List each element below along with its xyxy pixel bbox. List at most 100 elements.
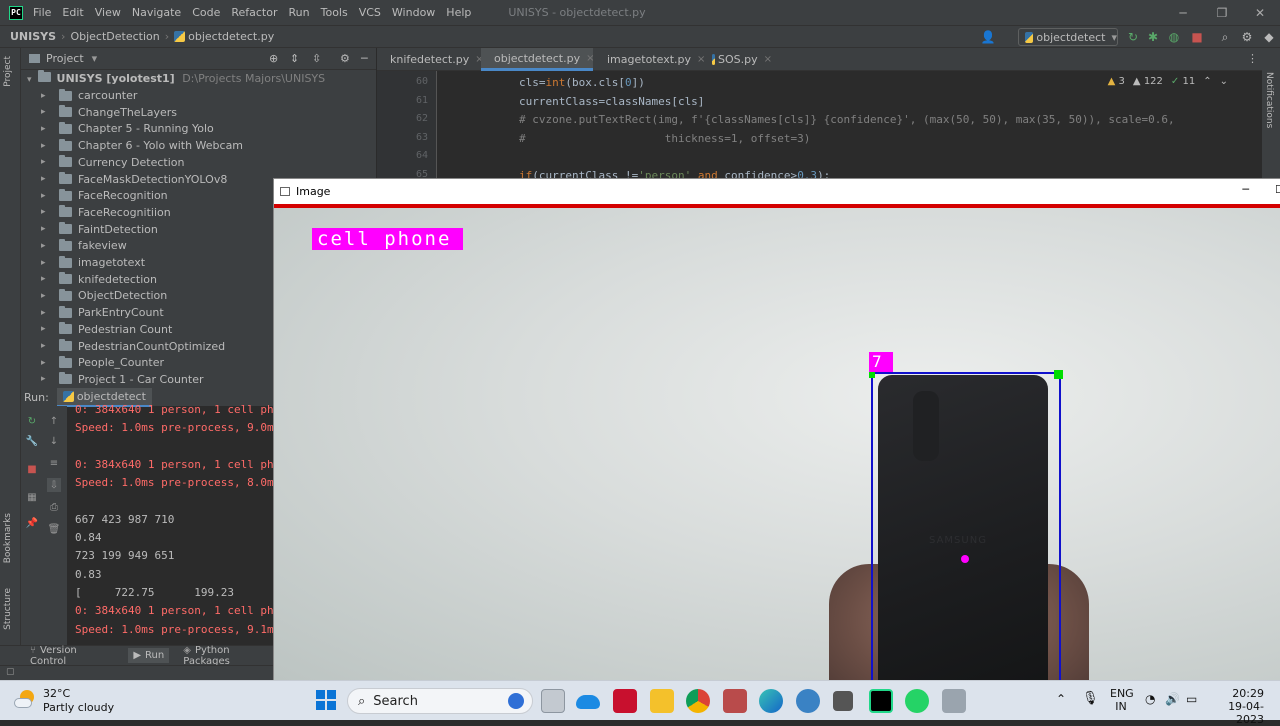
- wifi-icon[interactable]: ◔: [1145, 692, 1155, 706]
- minimize-icon[interactable]: ─: [1242, 183, 1249, 196]
- chevron-right-icon[interactable]: ▸: [41, 224, 51, 234]
- onedrive-icon[interactable]: [576, 695, 600, 709]
- menu-window[interactable]: Window: [392, 6, 435, 19]
- tree-item[interactable]: ▸ Chapter 6 - Yolo with Webcam: [41, 138, 243, 152]
- tree-item[interactable]: ▸ Chapter 5 - Running Yolo: [41, 121, 214, 135]
- rerun-icon[interactable]: ↻: [1125, 29, 1141, 45]
- microphone-icon[interactable]: 🎙: [1082, 691, 1099, 706]
- tree-item[interactable]: ▸ FaintDetection: [41, 222, 158, 236]
- tab-sos[interactable]: SOS.py ×: [702, 48, 772, 71]
- task-view-icon[interactable]: [541, 689, 565, 713]
- tree-item[interactable]: ▸ People_Counter: [41, 355, 164, 369]
- code-line[interactable]: # thickness=1, offset=3): [519, 132, 810, 145]
- more-tabs-icon[interactable]: ⋮: [1247, 52, 1258, 65]
- coverage-icon[interactable]: ◍: [1166, 29, 1182, 45]
- settings-icon[interactable]: ⚙: [1239, 29, 1255, 45]
- menu-file[interactable]: File: [33, 6, 51, 19]
- chevron-right-icon[interactable]: ▸: [41, 207, 51, 217]
- chevron-right-icon[interactable]: ▸: [41, 308, 51, 318]
- tab-python-packages[interactable]: ◈ Python Packages: [183, 645, 273, 667]
- jetbrains-icon[interactable]: ◆: [1261, 29, 1277, 45]
- clock[interactable]: 20:29 19-04-2023: [1208, 687, 1264, 726]
- volume-icon[interactable]: 🔊: [1165, 692, 1180, 706]
- start-icon[interactable]: [316, 690, 336, 710]
- chevron-right-icon[interactable]: ▸: [41, 324, 51, 334]
- project-tool-label[interactable]: Project: [3, 56, 13, 87]
- tab-version-control[interactable]: ⑂ Version Control: [30, 645, 110, 667]
- weather-icon[interactable]: [14, 690, 36, 710]
- breadcrumb-file[interactable]: objectdetect.py: [174, 30, 274, 43]
- menu-help[interactable]: Help: [446, 6, 471, 19]
- project-panel-title[interactable]: Project: [46, 52, 84, 65]
- pycharm-taskbar-icon[interactable]: [869, 689, 893, 713]
- menu-navigate[interactable]: Navigate: [132, 6, 181, 19]
- tree-item[interactable]: ▸ ParkEntryCount: [41, 305, 164, 319]
- code-line[interactable]: # cvzone.putTextRect(img, f'{classNames[…: [519, 113, 1175, 126]
- pin-icon[interactable]: 📌: [25, 516, 39, 530]
- chevron-right-icon[interactable]: ▸: [41, 374, 51, 384]
- chevron-down-icon[interactable]: ▾: [92, 52, 98, 65]
- chevron-right-icon[interactable]: ▸: [41, 191, 51, 201]
- battery-icon[interactable]: ▭: [1186, 692, 1197, 706]
- soft-wrap-icon[interactable]: ≡: [47, 456, 61, 470]
- whatsapp-icon[interactable]: [905, 689, 929, 713]
- chevron-up-icon[interactable]: ⌃: [1203, 76, 1211, 87]
- rerun-icon[interactable]: ↻: [25, 414, 39, 428]
- menu-vcs[interactable]: VCS: [359, 6, 381, 19]
- taskbar-search[interactable]: ⌕ Search: [347, 688, 533, 714]
- file-explorer-icon[interactable]: [650, 689, 674, 713]
- hide-panel-icon[interactable]: ─: [361, 52, 368, 65]
- tree-item[interactable]: ▸ Currency Detection: [41, 155, 185, 169]
- breadcrumb-folder[interactable]: ObjectDetection: [70, 30, 159, 43]
- run-config-select[interactable]: objectdetect ▾: [1018, 28, 1118, 46]
- collapse-all-icon[interactable]: ⇳: [312, 52, 321, 65]
- menu-view[interactable]: View: [95, 6, 121, 19]
- ok-count[interactable]: ✓ 11: [1171, 76, 1195, 87]
- weather-desc[interactable]: Partly cloudy: [43, 701, 114, 714]
- code-line[interactable]: currentClass=classNames[cls]: [519, 95, 704, 108]
- code-line[interactable]: cls=int(box.cls[0]): [519, 76, 645, 89]
- edge-icon[interactable]: [759, 689, 783, 713]
- chrome-icon[interactable]: [686, 689, 710, 713]
- trash-icon[interactable]: 🗑: [47, 522, 61, 536]
- tree-item[interactable]: ▸ Project 1 - Car Counter: [41, 372, 204, 386]
- tree-item[interactable]: ▸ PedestrianCountOptimized: [41, 339, 225, 353]
- bookmarks-tool-label[interactable]: Bookmarks: [3, 513, 13, 563]
- maximize-icon[interactable]: ☐: [1275, 183, 1280, 196]
- arrow-down-icon[interactable]: ↓: [47, 434, 61, 448]
- stop-icon[interactable]: ■: [25, 462, 39, 476]
- chevron-right-icon[interactable]: ▸: [41, 174, 51, 184]
- tab-imagetotext[interactable]: imagetotext.py ×: [594, 48, 705, 71]
- wrench-icon[interactable]: 🔧: [25, 434, 39, 448]
- tree-item[interactable]: ▸ ObjectDetection: [41, 288, 167, 302]
- search-icon[interactable]: ⌕: [1217, 29, 1233, 45]
- project-root[interactable]: ▾ UNISYS [yolotest1] D:\Projects Majors\U…: [27, 70, 325, 85]
- menu-run[interactable]: Run: [289, 6, 310, 19]
- tree-item[interactable]: ▸ Pedestrian Count: [41, 322, 172, 336]
- user-icon[interactable]: 👤: [980, 29, 996, 45]
- chevron-right-icon[interactable]: ▸: [41, 274, 51, 284]
- mcafee-icon[interactable]: [613, 689, 637, 713]
- weak-warning-count[interactable]: ▲ 122: [1133, 76, 1163, 87]
- tree-item[interactable]: ▸ ChangeTheLayers: [41, 105, 177, 119]
- chevron-right-icon[interactable]: ▸: [41, 157, 51, 167]
- status-toggle-icon[interactable]: ▢: [6, 667, 15, 677]
- chevron-right-icon[interactable]: ▸: [41, 241, 51, 251]
- chevron-right-icon[interactable]: ▸: [41, 341, 51, 351]
- stop-icon[interactable]: ■: [1189, 29, 1205, 45]
- chevron-right-icon[interactable]: ▸: [41, 124, 51, 134]
- layout-icon[interactable]: ▦: [25, 490, 39, 504]
- maximize-icon[interactable]: ❐: [1202, 0, 1242, 25]
- debug-icon[interactable]: ✱: [1145, 29, 1161, 45]
- inspection-widget[interactable]: ▲ 3 ▲ 122 ✓ 11 ⌃ ⌄: [1108, 76, 1228, 87]
- chevron-right-icon[interactable]: ▸: [41, 291, 51, 301]
- scroll-to-end-icon[interactable]: ⇩: [47, 478, 61, 492]
- tab-objectdetect[interactable]: objectdetect.py ×: [481, 48, 594, 71]
- java-icon[interactable]: [833, 691, 853, 711]
- arrow-up-icon[interactable]: ↑: [47, 414, 61, 428]
- chevron-right-icon[interactable]: ▸: [41, 91, 51, 101]
- chevron-right-icon[interactable]: ▸: [41, 258, 51, 268]
- chevron-up-icon[interactable]: ⌃: [1056, 692, 1066, 706]
- chevron-right-icon[interactable]: ▸: [41, 107, 51, 117]
- chevron-right-icon[interactable]: ▸: [41, 358, 51, 368]
